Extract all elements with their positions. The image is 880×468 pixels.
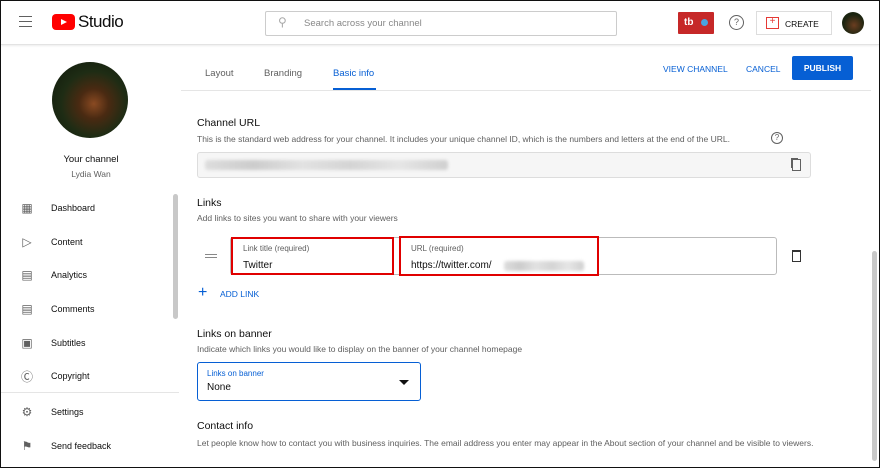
sidebar-item-send-feedback[interactable]: ⚑ Send feedback (1, 431, 171, 461)
tab-basic-info[interactable]: Basic info (333, 68, 374, 79)
link-title-input[interactable]: Twitter (243, 260, 272, 271)
sidebar-scrollbar[interactable] (173, 194, 178, 319)
your-channel-label: Your channel (63, 154, 119, 165)
sidebar-divider (1, 392, 179, 393)
create-label: CREATE (785, 19, 819, 29)
sidebar-item-subtitles[interactable]: ▣ Subtitles (1, 328, 171, 358)
sidebar-item-copyright[interactable]: Ⓒ Copyright (1, 361, 171, 391)
channel-url-title: Channel URL (197, 117, 261, 129)
links-title: Links (197, 197, 222, 209)
link-title-label: Link title (required) (243, 244, 310, 253)
comments-icon: ▤ (21, 302, 33, 316)
sidebar-item-label: Subtitles (51, 338, 86, 348)
search-icon: ⚲ (278, 15, 287, 29)
sidebar-item-comments[interactable]: ▤ Comments (1, 294, 171, 324)
publish-button[interactable]: PUBLISH (792, 56, 853, 80)
channel-avatar[interactable] (52, 62, 128, 138)
links-on-banner-select[interactable]: Links on banner None (197, 362, 421, 401)
search-input[interactable]: Search across your channel (304, 18, 422, 29)
link-url-label: URL (required) (411, 244, 464, 253)
copy-icon[interactable] (792, 159, 801, 171)
link-url-field[interactable]: URL (required) https://twitter.com/ (399, 236, 599, 276)
sidebar: Your channel Lydia Wan ▦ Dashboard ▷ Conte… (1, 46, 181, 468)
links-desc: Add links to sites you want to share wit… (197, 213, 398, 223)
view-channel-button[interactable]: VIEW CHANNEL (663, 64, 728, 74)
studio-logo-text: Studio (78, 12, 124, 31)
create-video-icon: + (766, 17, 779, 29)
sidebar-item-label: Comments (51, 304, 95, 314)
avatar[interactable] (842, 12, 864, 34)
delete-link-icon[interactable] (792, 250, 801, 262)
add-link-icon[interactable]: + (198, 285, 207, 301)
tab-branding[interactable]: Branding (264, 68, 302, 79)
channel-url-desc: This is the standard web address for you… (197, 134, 730, 144)
help-icon[interactable]: ? (729, 15, 744, 30)
contact-info-desc: Let people know how to contact you with … (197, 438, 814, 448)
link-title-field[interactable]: Link title (required) Twitter (231, 237, 394, 275)
sidebar-item-analytics[interactable]: ▤ Analytics (1, 260, 171, 290)
sidebar-item-settings[interactable]: ⚙ Settings (1, 397, 171, 427)
channel-url-field[interactable] (197, 152, 811, 178)
tab-bar: Layout Branding Basic info VIEW CHANNEL … (181, 46, 871, 91)
content-icon: ▷ (22, 235, 32, 249)
cancel-button[interactable]: CANCEL (746, 64, 780, 74)
gear-icon: ⚙ (21, 405, 33, 419)
links-on-banner-title: Links on banner (197, 328, 272, 340)
links-on-banner-value: None (207, 382, 231, 393)
top-bar: Studio ⚲ Search across your channel tb ?… (1, 1, 879, 45)
sidebar-item-label: Send feedback (51, 441, 112, 451)
tubebuddy-button[interactable]: tb (678, 12, 714, 34)
link-url-redacted (504, 261, 584, 271)
tab-layout[interactable]: Layout (205, 68, 234, 79)
subtitles-icon: ▣ (21, 336, 33, 350)
sidebar-item-dashboard[interactable]: ▦ Dashboard (1, 193, 171, 223)
menu-icon[interactable] (19, 16, 32, 27)
dropdown-arrow-icon (399, 380, 409, 385)
copyright-icon: Ⓒ (20, 369, 33, 384)
sidebar-item-label: Settings (51, 407, 84, 417)
sidebar-item-label: Dashboard (51, 203, 96, 213)
youtube-logo-icon[interactable] (52, 14, 75, 30)
add-link-button[interactable]: ADD LINK (220, 289, 259, 299)
analytics-icon: ▤ (21, 268, 33, 282)
tubebuddy-label: tb (684, 17, 694, 28)
active-tab-indicator (333, 88, 376, 90)
sidebar-item-content[interactable]: ▷ Content (1, 227, 171, 257)
link-url-input[interactable]: https://twitter.com/ (411, 260, 492, 271)
sidebar-item-label: Analytics (51, 270, 88, 280)
links-on-banner-desc: Indicate which links you would like to d… (197, 344, 523, 354)
contact-info-title: Contact info (197, 420, 254, 432)
dashboard-icon: ▦ (21, 201, 33, 215)
drag-handle-icon[interactable] (205, 254, 217, 258)
links-on-banner-label: Links on banner (207, 369, 264, 378)
channel-name: Lydia Wan (71, 169, 111, 179)
channel-url-value-redacted (205, 160, 448, 170)
sidebar-item-label: Copyright (51, 371, 90, 381)
sidebar-item-label: Content (51, 237, 83, 247)
main-scrollbar[interactable] (872, 251, 877, 461)
create-button[interactable]: + CREATE (756, 11, 832, 35)
search-box[interactable]: ⚲ Search across your channel (265, 11, 617, 36)
channel-url-help-icon[interactable]: ? (771, 132, 783, 144)
feedback-icon: ⚑ (21, 439, 33, 453)
